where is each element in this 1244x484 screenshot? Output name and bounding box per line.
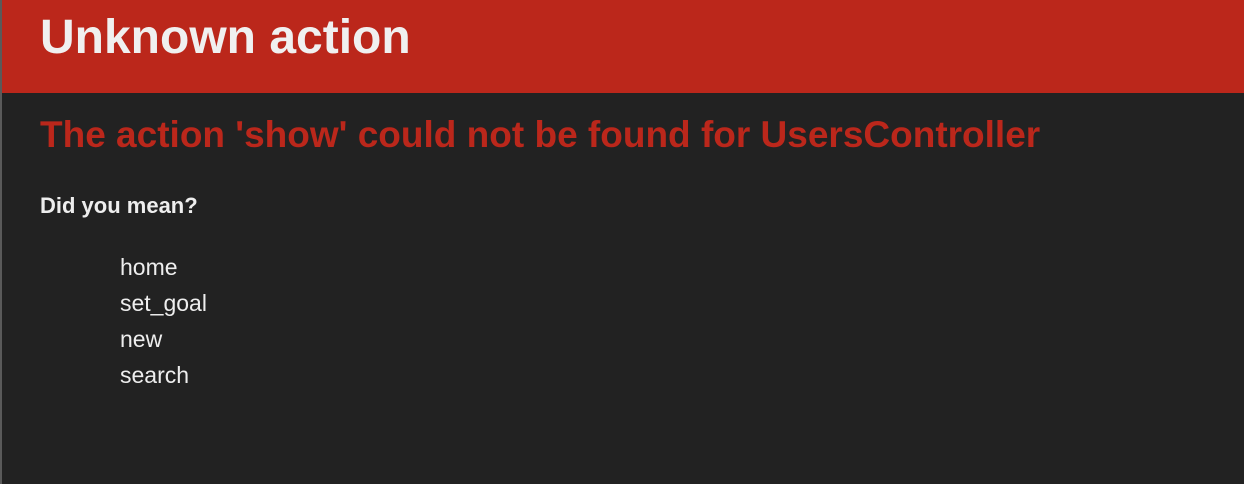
- suggestion-item-home: home: [120, 254, 178, 280]
- page-title: Unknown action: [40, 10, 411, 64]
- suggestion-list: home set_goal new search: [40, 219, 1244, 393]
- error-header: Unknown action: [2, 0, 1244, 93]
- error-message: The action 'show' could not be found for…: [40, 114, 1041, 155]
- suggestion-heading: Did you mean?: [40, 193, 198, 218]
- error-content: The action 'show' could not be found for…: [2, 93, 1244, 393]
- suggestion-item-set-goal: set_goal: [120, 290, 207, 316]
- suggestion-item-search: search: [120, 362, 190, 388]
- error-page: Unknown action The action 'show' could n…: [0, 0, 1244, 484]
- suggestion-item-new: new: [120, 326, 163, 352]
